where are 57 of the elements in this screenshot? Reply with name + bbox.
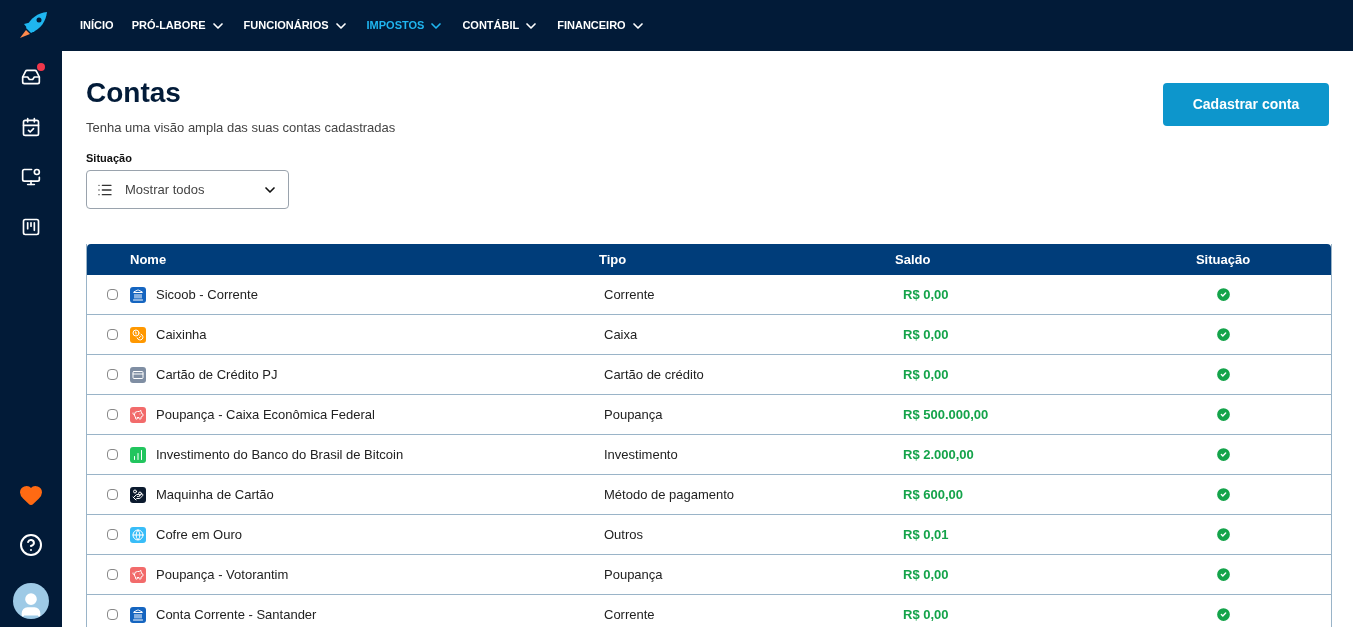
- row-checkbox[interactable]: [107, 449, 118, 460]
- row-checkbox[interactable]: [107, 569, 118, 580]
- page-title: Contas: [86, 76, 182, 110]
- account-balance: R$ 2.000,00: [902, 445, 975, 464]
- account-balance: R$ 0,00: [902, 365, 950, 384]
- nav-menu-item[interactable]: FINANCEIRO: [557, 17, 646, 34]
- account-type: Corrente: [603, 605, 656, 624]
- inbox-icon[interactable]: [21, 67, 41, 87]
- account-balance: R$ 0,00: [902, 285, 950, 304]
- nav-menu-item[interactable]: PRÓ-LABORE: [131, 17, 226, 34]
- column-header: Tipo: [599, 250, 628, 269]
- account-balance: R$ 0,01: [902, 525, 950, 544]
- page-subtitle: Tenha uma visão ampla das suas contas cadastradas: [86, 119, 396, 137]
- account-name: Maquinha de Cartão: [156, 485, 274, 504]
- column-header: Situação: [1195, 250, 1251, 269]
- account-name: Caixinha: [156, 325, 207, 344]
- account-type: Poupança: [603, 565, 664, 584]
- calendar-icon[interactable]: [21, 117, 41, 137]
- row-checkbox[interactable]: [107, 489, 118, 500]
- column-header: Saldo: [895, 250, 932, 269]
- account-balance: R$ 0,00: [902, 325, 950, 344]
- filter-label: Situação: [86, 150, 133, 166]
- account-name: Conta Corrente - Santander: [156, 605, 317, 624]
- status-dropdown[interactable]: Mostrar todos: [86, 170, 289, 209]
- account-type: Caixa: [603, 325, 639, 344]
- account-balance: R$ 500.000,00: [902, 405, 990, 424]
- account-balance: R$ 0,00: [902, 605, 950, 624]
- monitor-icon[interactable]: [21, 167, 41, 187]
- nav-menu-item[interactable]: IMPOSTOS: [366, 17, 445, 34]
- account-name: Cartão de Crédito PJ: [156, 365, 278, 384]
- account-name: Sicoob - Corrente: [156, 285, 258, 304]
- row-checkbox[interactable]: [107, 409, 118, 420]
- row-checkbox[interactable]: [107, 289, 118, 300]
- row-checkbox[interactable]: [107, 369, 118, 380]
- account-type: Outros: [603, 525, 644, 544]
- nav-menu-item[interactable]: CONTÁBIL: [462, 17, 540, 34]
- row-checkbox[interactable]: [107, 529, 118, 540]
- nav-menu-item[interactable]: FUNCIONÁRIOS: [243, 17, 349, 34]
- account-type: Poupança: [603, 405, 664, 424]
- board-icon[interactable]: [21, 217, 41, 237]
- account-name: Poupança - Caixa Econômica Federal: [156, 405, 375, 424]
- account-type: Método de pagamento: [603, 485, 736, 504]
- account-name: Investimento do Banco do Brasil de Bitcoin: [156, 445, 404, 464]
- account-balance: R$ 0,00: [902, 565, 950, 584]
- account-type: Cartão de crédito: [603, 365, 705, 384]
- nav-menu-item[interactable]: INÍCIO: [80, 17, 114, 34]
- column-header: Nome: [130, 250, 168, 269]
- avatar[interactable]: [13, 583, 49, 619]
- row-checkbox[interactable]: [107, 609, 118, 620]
- account-name: Poupança - Votorantim: [156, 565, 289, 584]
- row-checkbox[interactable]: [107, 329, 118, 340]
- account-type: Investimento: [603, 445, 679, 464]
- account-name: Cofre em Ouro: [156, 525, 242, 544]
- account-balance: R$ 600,00: [902, 485, 964, 504]
- heart-icon[interactable]: [19, 483, 43, 507]
- help-icon[interactable]: [19, 533, 43, 557]
- account-type: Corrente: [603, 285, 656, 304]
